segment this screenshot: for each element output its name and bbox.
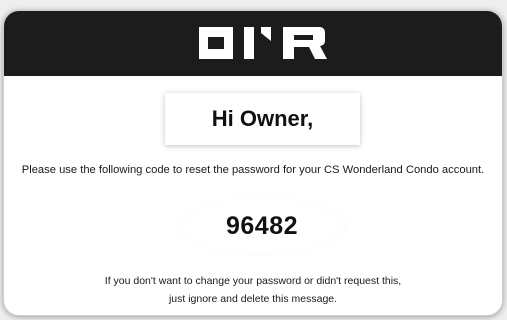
- reset-code: 96482: [225, 211, 299, 240]
- instruction-text: Please use the following code to reset t…: [21, 164, 485, 176]
- greeting-text: Hi Owner,: [211, 106, 314, 131]
- ignore-note: If you don't want to change your passwor…: [4, 272, 502, 308]
- ignore-note-line-1: If you don't want to change your passwor…: [104, 275, 402, 287]
- ignore-note-line-2: just ignore and delete this message.: [168, 293, 338, 305]
- reset-code-container: 96482: [176, 196, 348, 256]
- onr-logo: [199, 27, 327, 59]
- email-header: [4, 11, 502, 76]
- greeting-box: Hi Owner,: [165, 93, 360, 145]
- email-card: Hi Owner, Please use the following code …: [3, 10, 503, 316]
